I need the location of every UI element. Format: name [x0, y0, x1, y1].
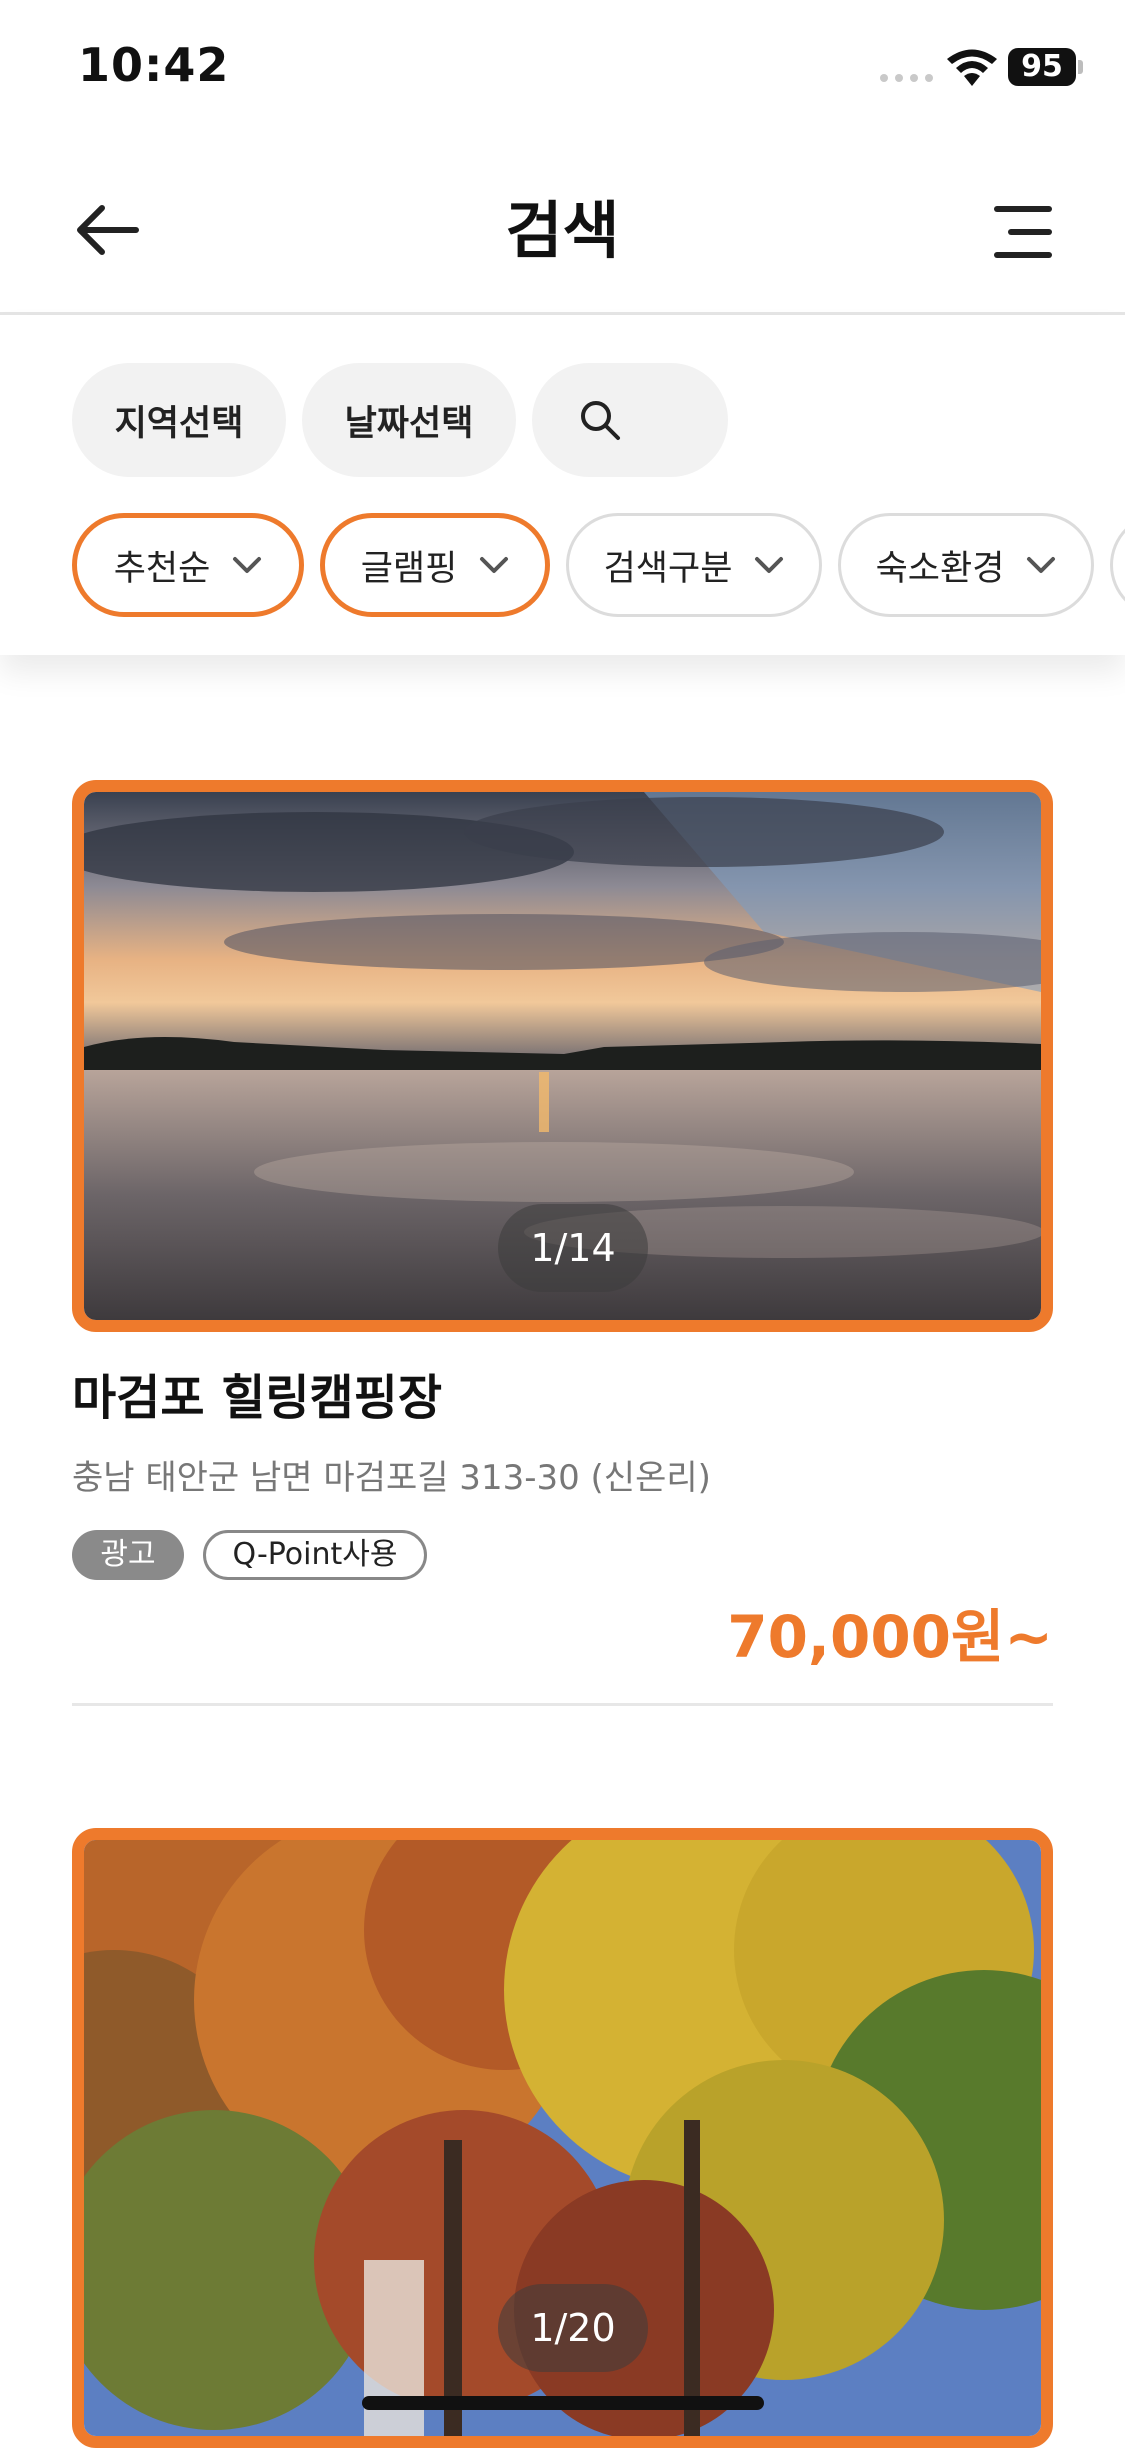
search-button[interactable] [532, 363, 728, 477]
region-select-button[interactable]: 지역선택 [72, 363, 286, 477]
lodging-env-dropdown[interactable]: 숙소환경 [838, 513, 1094, 617]
sort-recommended-label: 추천순 [113, 548, 211, 589]
chevron-down-icon [1027, 557, 1056, 573]
filter-panel: 지역선택 날짜선택 추천순 글램핑 검색구분 숙소환경 [0, 315, 1125, 655]
clock: 10:42 [78, 38, 230, 92]
category-glamping-label: 글램핑 [360, 548, 458, 589]
battery-tip [1078, 60, 1083, 74]
qpoint-badge: Q-Point사용 [203, 1530, 427, 1580]
search-type-dropdown[interactable]: 검색구분 [566, 513, 822, 617]
divider [72, 1703, 1053, 1706]
search-icon [581, 401, 620, 440]
status-bar: 10:42 95 [0, 0, 1125, 140]
battery-icon: 95 [1008, 48, 1076, 86]
menu-icon[interactable] [984, 196, 1052, 268]
sort-recommended-dropdown[interactable]: 추천순 [72, 513, 304, 617]
category-glamping-dropdown[interactable]: 글램핑 [320, 513, 550, 617]
listing-name[interactable]: 마검포 힐링캠핑장 [72, 1358, 442, 1428]
photo-counter: 1/14 [498, 1204, 648, 1292]
listing-photo[interactable]: 1/14 [72, 780, 1053, 1332]
date-select-label: 날짜선택 [344, 403, 474, 444]
chevron-down-icon [480, 557, 509, 573]
chevron-down-icon [755, 557, 784, 573]
region-select-label: 지역선택 [114, 403, 244, 444]
app-header: 검색 [0, 160, 1125, 315]
search-type-label: 검색구분 [603, 548, 733, 589]
date-select-button[interactable]: 날짜선택 [302, 363, 516, 477]
more-filter-dropdown[interactable] [1110, 513, 1125, 617]
page-title: 검색 [505, 194, 620, 267]
ad-badge: 광고 [72, 1530, 184, 1580]
lodging-env-label: 숙소환경 [875, 548, 1005, 589]
listing-photo[interactable]: 1/20 [72, 1828, 1053, 2448]
photo-counter: 1/20 [498, 2284, 648, 2372]
listing-address: 충남 태안군 남면 마검포길 313-30 (신온리) [72, 1458, 711, 1498]
listing-price: 70,000원~ [727, 1603, 1053, 1671]
cellular-signal-icon [880, 74, 933, 82]
wifi-icon [947, 49, 997, 86]
chevron-down-icon [233, 557, 262, 573]
home-indicator [362, 2396, 764, 2410]
